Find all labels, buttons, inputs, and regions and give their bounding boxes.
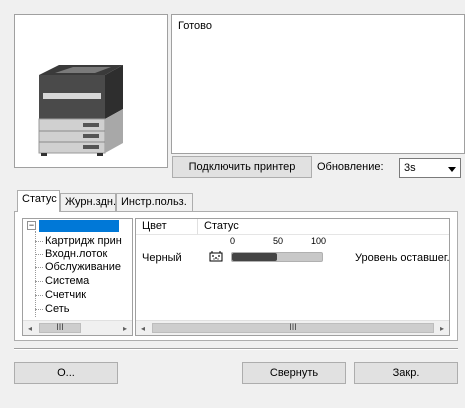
status-list[interactable]: Цвет Статус 0 50 100 Черный Уровень оста… (135, 218, 450, 336)
tab-user-tools[interactable]: Инстр.польз. (116, 193, 193, 211)
minimize-button[interactable]: Свернуть (242, 362, 346, 384)
scroll-thumb[interactable]: III (152, 323, 434, 333)
tree-item-system[interactable]: Система (23, 275, 89, 288)
tree-item-maintenance[interactable]: Обслуживание (23, 261, 121, 274)
status-tree[interactable]: − Картридж прин Входн.лоток Обслуживание… (22, 218, 133, 336)
refresh-interval-select[interactable]: 3s (399, 158, 461, 178)
list-row-black[interactable]: Черный Уровень оставшег... (136, 249, 449, 265)
status-text: Готово (178, 20, 212, 32)
scale-label-100: 100 (311, 236, 327, 246)
separator (14, 348, 458, 350)
tab-job-log[interactable]: Журн.здн. (60, 193, 116, 211)
scroll-left-icon[interactable]: ◂ (136, 321, 150, 335)
list-horizontal-scrollbar[interactable]: ◂ III ▸ (136, 320, 449, 335)
scale-label-0: 0 (230, 236, 236, 246)
tree-item-input-tray[interactable]: Входн.лоток (23, 248, 107, 261)
scale-label-50: 50 (273, 236, 284, 246)
toner-level-fill (232, 253, 277, 261)
tree-collapse-icon[interactable]: − (27, 221, 36, 230)
scroll-thumb[interactable]: III (39, 323, 81, 333)
refresh-interval-value: 3s (404, 162, 416, 174)
tab-status[interactable]: Статус (17, 190, 60, 212)
column-header-color[interactable]: Цвет (136, 219, 198, 235)
tree-item-cartridge[interactable]: Картридж прин (23, 235, 122, 248)
tree-item-counter[interactable]: Счетчик (23, 289, 86, 302)
toner-level-bar (231, 252, 323, 262)
scroll-left-icon[interactable]: ◂ (23, 321, 37, 335)
printer-image (14, 14, 168, 168)
laser-printer-icon (38, 65, 123, 156)
refresh-label: Обновление: (317, 161, 384, 173)
tree-horizontal-scrollbar[interactable]: ◂ III ▸ (23, 320, 132, 335)
close-button[interactable]: Закр. (354, 362, 458, 384)
connect-printer-button[interactable]: Подключить принтер (172, 156, 312, 178)
toner-icon (209, 250, 223, 265)
tree-item-network[interactable]: Сеть (23, 303, 69, 316)
dropdown-arrow-icon[interactable] (448, 164, 456, 176)
row-status-text: Уровень оставшег... (355, 252, 450, 264)
status-text-box: Готово (171, 14, 465, 154)
row-color-label: Черный (142, 252, 182, 264)
tree-root-item-selected[interactable] (39, 220, 119, 232)
scroll-right-icon[interactable]: ▸ (435, 321, 449, 335)
options-button[interactable]: О... (14, 362, 118, 384)
column-header-status[interactable]: Статус (198, 219, 449, 235)
scroll-right-icon[interactable]: ▸ (118, 321, 132, 335)
